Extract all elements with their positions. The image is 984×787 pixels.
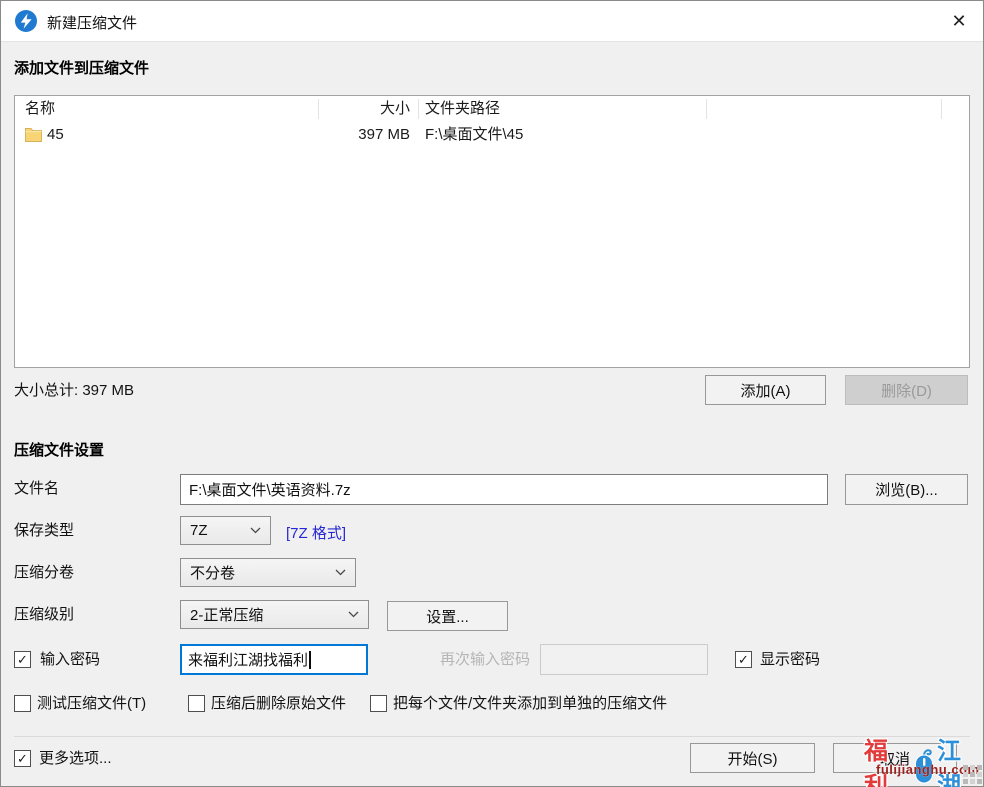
separate-archives-label[interactable]: 把每个文件/文件夹添加到单独的压缩文件 (393, 695, 667, 713)
column-divider[interactable] (941, 99, 942, 119)
text-caret (309, 651, 311, 669)
format-link[interactable]: [7Z 格式] (286, 522, 346, 543)
filename-input[interactable] (180, 474, 828, 505)
chevron-down-icon (250, 527, 261, 534)
reenter-password-label: 再次输入密码 (440, 651, 530, 669)
column-header-path[interactable]: 文件夹路径 (425, 96, 500, 122)
volume-label: 压缩分卷 (14, 564, 74, 582)
show-password-checkbox[interactable]: ✓ (735, 651, 752, 668)
check-icon: ✓ (17, 752, 28, 765)
save-type-select[interactable]: 7Z (180, 516, 271, 545)
level-select[interactable]: 2-正常压缩 (180, 600, 369, 629)
total-size-label: 大小总计: 397 MB (14, 382, 134, 400)
more-options-checkbox[interactable]: ✓ (14, 750, 31, 767)
row-size: 397 MB (318, 122, 418, 148)
folder-icon (25, 127, 42, 142)
app-lightning-icon (15, 10, 37, 32)
window-title: 新建压缩文件 (47, 12, 137, 33)
volume-select[interactable]: 不分卷 (180, 558, 356, 587)
level-label: 压缩级别 (14, 606, 74, 624)
delete-original-label[interactable]: 压缩后删除原始文件 (211, 695, 346, 713)
column-header-size[interactable]: 大小 (318, 96, 418, 122)
level-value: 2-正常压缩 (190, 604, 263, 625)
column-header-name[interactable]: 名称 (25, 96, 55, 122)
check-icon: ✓ (738, 653, 749, 666)
test-archive-label[interactable]: 测试压缩文件(T) (37, 695, 146, 713)
add-section-header: 添加文件到压缩文件 (14, 57, 149, 78)
close-icon[interactable]: ✕ (943, 6, 975, 36)
level-settings-button[interactable]: 设置... (387, 601, 508, 631)
password-checkbox[interactable]: ✓ (14, 651, 31, 668)
start-button[interactable]: 开始(S) (690, 743, 815, 773)
save-type-label: 保存类型 (14, 522, 74, 540)
save-type-value: 7Z (190, 522, 208, 539)
column-divider[interactable] (706, 99, 707, 119)
chevron-down-icon (348, 611, 359, 618)
volume-value: 不分卷 (190, 562, 235, 583)
check-icon: ✓ (17, 653, 28, 666)
password-checkbox-label[interactable]: 输入密码 (40, 651, 100, 669)
new-archive-dialog: 新建压缩文件 ✕ 添加文件到压缩文件 名称 大小 文件夹路径 45 397 MB… (0, 0, 984, 787)
cancel-button[interactable]: 取消 (833, 743, 957, 773)
row-path: F:\桌面文件\45 (425, 122, 523, 148)
password-input[interactable]: 来福利江湖找福利 (180, 644, 368, 675)
reenter-password-input (540, 644, 708, 675)
chevron-down-icon (335, 569, 346, 576)
more-options-label[interactable]: 更多选项... (39, 750, 112, 768)
footer-divider (14, 736, 970, 737)
row-name: 45 (47, 122, 64, 148)
show-password-label[interactable]: 显示密码 (760, 651, 820, 669)
settings-section-header: 压缩文件设置 (14, 439, 104, 460)
browse-button[interactable]: 浏览(B)... (845, 474, 968, 505)
title-bar: 新建压缩文件 ✕ (1, 1, 983, 42)
watermark-grid-dots (963, 765, 968, 770)
separate-archives-checkbox[interactable] (370, 695, 387, 712)
add-button[interactable]: 添加(A) (705, 375, 826, 405)
delete-button: 删除(D) (845, 375, 968, 405)
test-archive-checkbox[interactable] (14, 695, 31, 712)
filename-label: 文件名 (14, 480, 59, 498)
column-divider[interactable] (318, 99, 319, 119)
column-divider[interactable] (418, 99, 419, 119)
file-list[interactable]: 名称 大小 文件夹路径 45 397 MB F:\桌面文件\45 (14, 95, 970, 368)
delete-original-checkbox[interactable] (188, 695, 205, 712)
password-value: 来福利江湖找福利 (188, 649, 308, 670)
